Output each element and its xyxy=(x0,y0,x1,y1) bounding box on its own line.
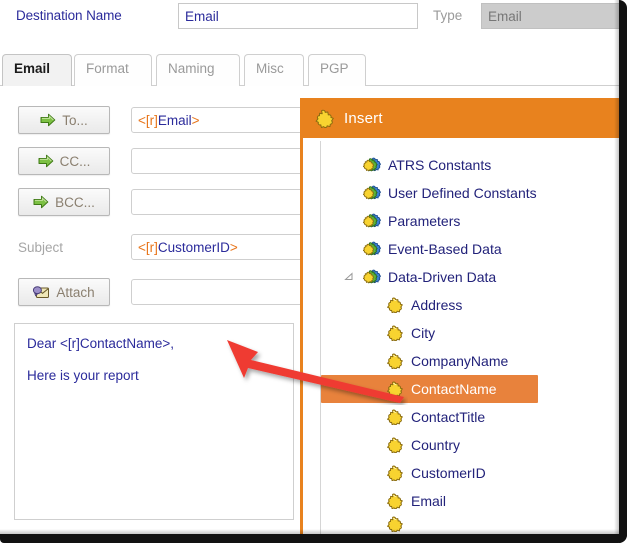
attach-button[interactable]: Attach xyxy=(18,278,110,306)
tab-naming[interactable]: Naming xyxy=(156,54,240,86)
body-line-1: Dear <[r]ContactName>, xyxy=(27,336,175,351)
tree-item[interactable]: Country xyxy=(321,431,619,459)
destination-header: Destination Name Email Type Email xyxy=(0,0,621,42)
to-input[interactable]: <[r]Email> xyxy=(131,107,306,133)
tree-item-label: ContactName xyxy=(411,381,497,397)
insert-tree-frame: ATRS Constants User Defined Constants Para… xyxy=(320,141,619,534)
cc-button[interactable]: CC... xyxy=(18,147,110,175)
tree-item-label: City xyxy=(411,325,436,341)
puzzle-yellow-icon xyxy=(387,297,403,313)
insert-panel-title: Insert xyxy=(344,109,383,127)
subject-input[interactable]: <[r]CustomerID> xyxy=(131,234,306,260)
bcc-button-label: BCC... xyxy=(55,194,95,210)
tree-item[interactable]: City xyxy=(321,319,619,347)
puzzle-yellow-icon xyxy=(387,437,403,453)
tab-format[interactable]: Format xyxy=(74,54,152,86)
destination-name-input[interactable]: Email xyxy=(178,3,418,29)
puzzle-multi-icon xyxy=(363,269,381,284)
window-frame-bottom xyxy=(0,534,627,543)
tabstrip: Email Format Naming Misc PGP xyxy=(0,54,619,86)
to-button-label: To... xyxy=(62,112,88,128)
tree-item-label: Data-Driven Data xyxy=(388,269,497,285)
puzzle-multi-icon xyxy=(363,185,381,200)
window-frame-right xyxy=(619,0,627,543)
insert-panel-header: Insert xyxy=(300,98,619,138)
tree-item[interactable]: Data-Driven Data xyxy=(321,263,619,291)
tree-item[interactable]: ContactName xyxy=(321,375,538,403)
cc-button-label: CC... xyxy=(59,153,91,169)
bcc-button[interactable]: BCC... xyxy=(18,188,110,216)
tree-item[interactable]: Email xyxy=(321,487,619,515)
attach-input[interactable] xyxy=(131,279,306,305)
puzzle-piece-icon xyxy=(315,109,334,128)
puzzle-multi-icon xyxy=(363,157,381,172)
body-blank-line xyxy=(27,354,281,366)
email-tab-panel: To... <[r]Email> CC... BCC... Subject <[ xyxy=(0,88,306,538)
green-arrow-icon xyxy=(40,113,56,127)
destination-name-label: Destination Name xyxy=(16,8,122,23)
puzzle-yellow-icon xyxy=(387,409,403,425)
tree-item-label: CompanyName xyxy=(411,353,509,369)
insert-panel: Insert ATRS Constants User Defined Consta… xyxy=(300,98,619,534)
tree-item-label: Parameters xyxy=(388,213,461,229)
tree-item-label: CustomerID xyxy=(411,465,486,481)
type-label: Type xyxy=(433,8,463,23)
tree-expander-icon[interactable] xyxy=(344,272,354,282)
tree-item-label: Email xyxy=(411,493,447,509)
tree-item[interactable]: Event-Based Data xyxy=(321,235,619,263)
tree-item-label: Country xyxy=(411,437,461,453)
insert-tree: ATRS Constants User Defined Constants Para… xyxy=(321,151,619,533)
to-token-name: Email xyxy=(157,113,192,128)
tree-item[interactable]: CustomerID xyxy=(321,459,619,487)
tree-item-label: Address xyxy=(411,297,463,313)
application-window: Destination Name Email Type Email Email … xyxy=(0,0,627,543)
tree-item[interactable]: User Defined Constants xyxy=(321,179,619,207)
tree-item[interactable]: Parameters xyxy=(321,207,619,235)
tree-item[interactable]: Address xyxy=(321,291,619,319)
tab-misc[interactable]: Misc xyxy=(244,54,304,86)
tab-email[interactable]: Email xyxy=(2,54,72,86)
tree-item-label: ATRS Constants xyxy=(388,157,492,173)
puzzle-yellow-icon xyxy=(387,493,403,509)
envelope-icon xyxy=(33,286,50,298)
cc-input[interactable] xyxy=(131,148,306,174)
to-button[interactable]: To... xyxy=(18,106,110,134)
tree-item-label: Event-Based Data xyxy=(388,241,502,257)
puzzle-multi-icon xyxy=(363,213,381,228)
bcc-input[interactable] xyxy=(131,189,306,215)
puzzle-yellow-icon xyxy=(387,381,403,397)
puzzle-yellow-icon xyxy=(387,465,403,481)
puzzle-yellow-icon xyxy=(387,353,403,369)
insert-panel-body: ATRS Constants User Defined Constants Para… xyxy=(300,138,619,534)
email-body-editor[interactable]: Dear <[r]ContactName>, Here is your repo… xyxy=(14,323,294,520)
subject-token-name: CustomerID xyxy=(157,240,230,255)
tree-item-label: User Defined Constants xyxy=(388,185,537,201)
puzzle-multi-icon xyxy=(363,241,381,256)
tab-pgp[interactable]: PGP xyxy=(308,54,366,86)
subject-token-close: > xyxy=(229,240,238,255)
tree-item[interactable]: ATRS Constants xyxy=(321,151,619,179)
tree-item[interactable]: CompanyName xyxy=(321,347,619,375)
puzzle-yellow-icon xyxy=(387,325,403,341)
tree-item[interactable]: ContactTitle xyxy=(321,403,619,431)
green-arrow-icon xyxy=(33,195,49,209)
attach-button-label: Attach xyxy=(56,284,95,300)
body-line-2: Here is your report xyxy=(27,368,139,383)
type-value-field: Email xyxy=(481,3,621,29)
to-token-close: > xyxy=(191,113,200,128)
subject-label: Subject xyxy=(18,240,64,255)
subject-token-open: <[r] xyxy=(138,240,158,255)
tree-item-label: ContactTitle xyxy=(411,409,486,425)
green-arrow-icon xyxy=(38,154,53,168)
to-token-open: <[r] xyxy=(138,113,158,128)
